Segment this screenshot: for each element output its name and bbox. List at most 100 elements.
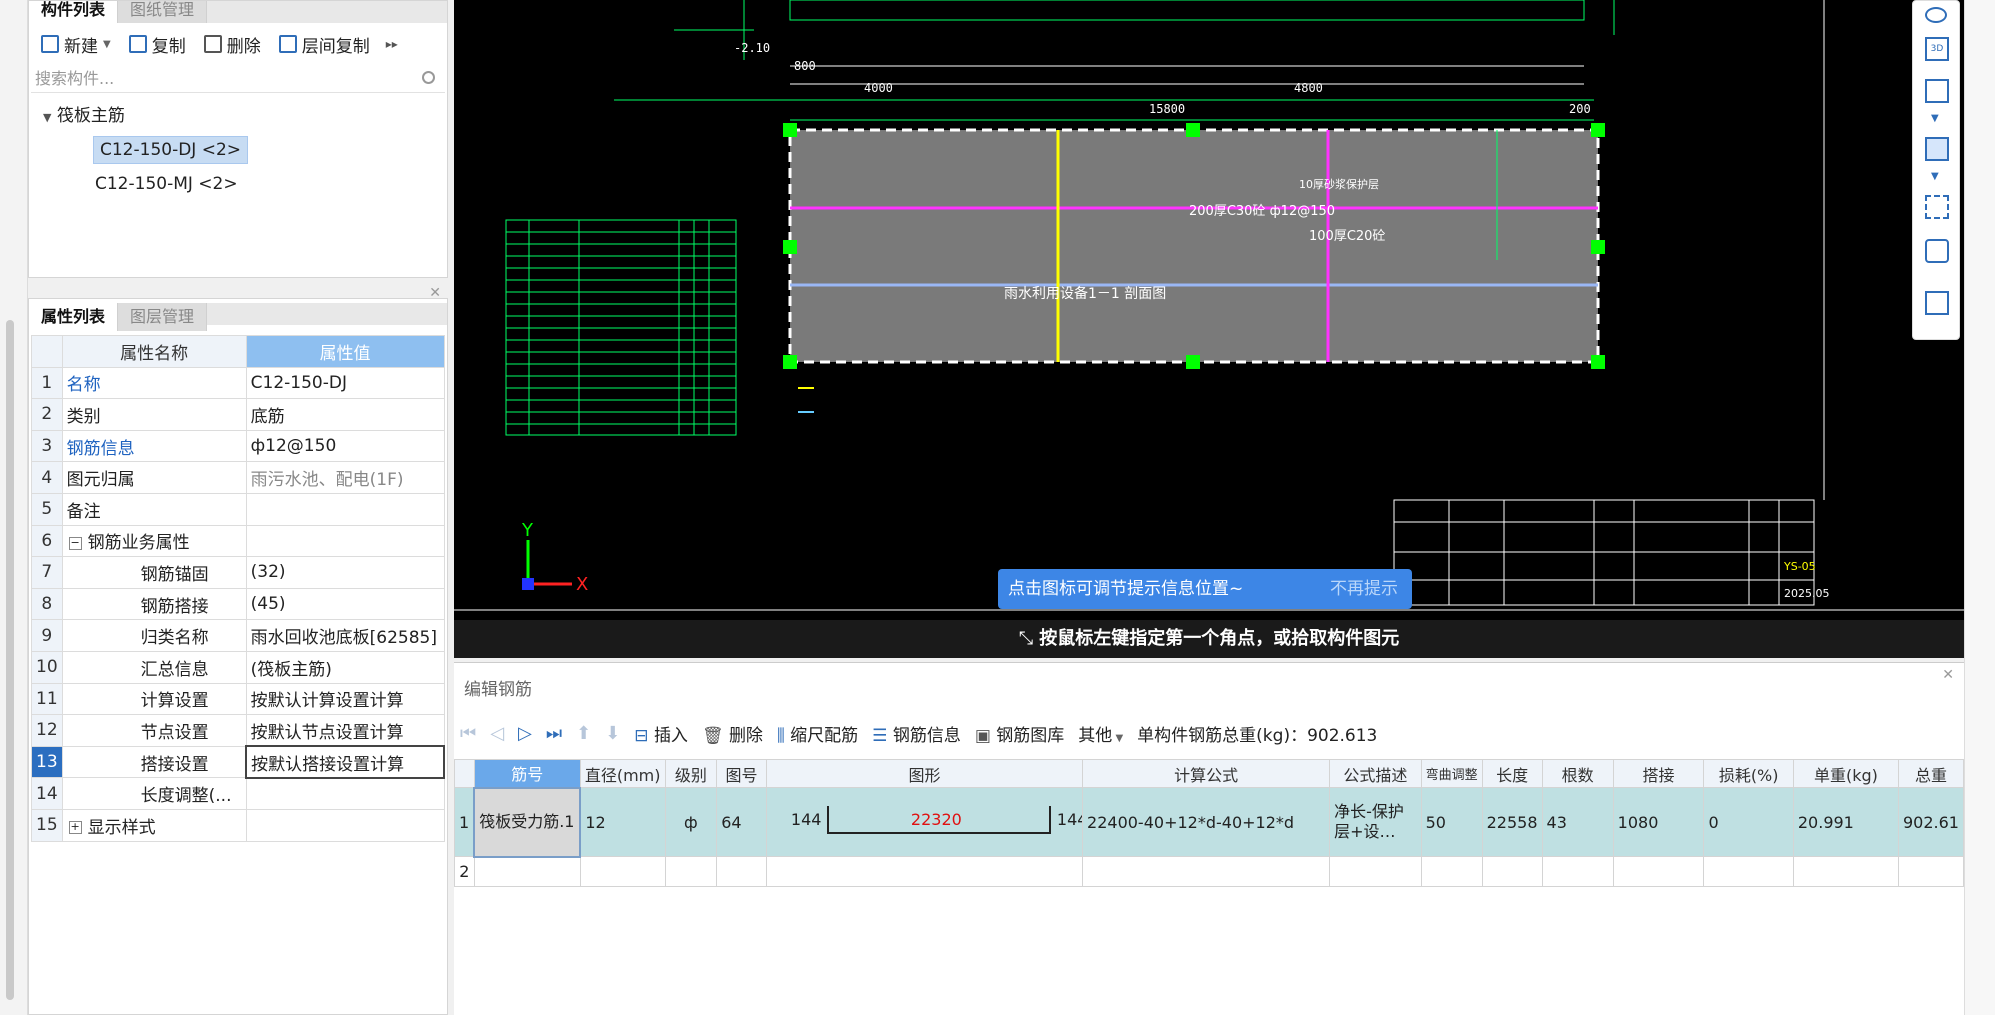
- trash-icon: [203, 35, 222, 53]
- tip-bubble[interactable]: 点击图标可调节提示信息位置~ 不再提示: [998, 569, 1412, 609]
- next-record-icon[interactable]: ▷: [518, 723, 532, 744]
- 3d-view-icon[interactable]: 3D: [1925, 37, 1949, 61]
- edit-toolbar: ⏮ ◁ ▷ ⏭ ⬆ ⬇ ⊟ 插入 🗑 删除 ⫼ 缩尺配筋 ☰ 钢筋信息 ▣ 钢筋…: [460, 719, 1377, 747]
- component-panel: 构件列表 图纸管理 新建 ▼ 复制 删除 层间复制 ▸▸ 搜索构件... ▼ 筏板…: [28, 0, 448, 278]
- table-row[interactable]: 10 汇总信息 (筏板主筋): [31, 650, 445, 684]
- library-icon: ▣: [974, 725, 991, 746]
- dim-label: 4000: [864, 81, 893, 95]
- cube-solid-icon[interactable]: [1925, 137, 1949, 161]
- view-toolbar: 3D ▼ ▼: [1912, 0, 1960, 340]
- col-prop-name: 属性名称: [61, 335, 247, 368]
- tab-layer-manage[interactable]: 图层管理: [118, 303, 208, 331]
- drawing-canvas[interactable]: 800 4000 15800 4800 200 -2.10 雨水利用设备1－1 …: [454, 0, 1964, 620]
- selected-slab[interactable]: [788, 128, 1600, 364]
- rebar-shape[interactable]: 144 22320 144: [765, 787, 1084, 857]
- fullscreen-icon[interactable]: [1925, 195, 1949, 219]
- col-prop-value: 属性值: [245, 335, 445, 368]
- scale-rebar-button[interactable]: ⫼ 缩尺配筋: [777, 721, 858, 746]
- close-icon[interactable]: ✕: [1942, 667, 1954, 683]
- table-row[interactable]: 15 + 显示样式: [31, 808, 445, 842]
- tab-drawing-manage[interactable]: 图纸管理: [118, 1, 208, 23]
- table-row[interactable]: 1 筏板受力筋.1 12 ф 64 144 22320 144 22400-40…: [454, 786, 1965, 858]
- more-icon[interactable]: ▸▸: [386, 37, 398, 51]
- list-view-icon[interactable]: [1925, 291, 1949, 315]
- left-scrollbar[interactable]: [0, 0, 28, 1015]
- dropdown-arrow-icon: ▼: [1112, 732, 1124, 744]
- insert-button[interactable]: ⊟ 插入: [634, 721, 688, 746]
- property-panel: ✕ 属性列表 图层管理 属性名称 属性值 1 名称 C12-150-DJ 2 类别 底筋…: [28, 285, 448, 1015]
- tree-node-root[interactable]: ▼ 筏板主筋: [29, 99, 447, 133]
- dismiss-tip-link[interactable]: 不再提示: [1330, 569, 1398, 609]
- table-row[interactable]: 7 钢筋锚固 (32): [31, 556, 445, 589]
- dim-label: 15800: [1149, 102, 1185, 116]
- tree-item-selected[interactable]: C12-150-DJ <2>: [29, 133, 447, 167]
- copy-button[interactable]: 复制: [123, 29, 192, 59]
- drawing-code: YS-05: [1783, 560, 1816, 573]
- dropdown-arrow-icon[interactable]: ▼: [1931, 171, 1939, 182]
- table-row-selected[interactable]: 13 搭接设置 按默认搭接设置计算: [31, 745, 445, 779]
- last-record-icon[interactable]: ⏭: [546, 723, 562, 744]
- tab-component-list[interactable]: 构件列表: [29, 1, 119, 23]
- table-row[interactable]: 12 节点设置 按默认节点设置计算: [31, 714, 445, 747]
- property-tabs: 属性列表 图层管理: [29, 303, 447, 331]
- table-row[interactable]: 2: [454, 856, 1965, 887]
- table-row[interactable]: 6− 钢筋业务属性: [31, 524, 445, 558]
- expand-icon[interactable]: +: [68, 821, 82, 835]
- scroll-thumb[interactable]: [6, 320, 14, 1000]
- copy-icon: [128, 35, 147, 53]
- table-row[interactable]: 14 长度调整(...: [31, 777, 445, 810]
- edit-rebar-panel: ✕ 编辑钢筋 ⏮ ◁ ▷ ⏭ ⬆ ⬇ ⊟ 插入 🗑 删除 ⫼ 缩尺配筋 ☰ 钢筋…: [454, 662, 1965, 1015]
- annotation: 10厚砂浆保护层: [1299, 177, 1379, 191]
- dim-label: 800: [794, 59, 816, 73]
- search-input[interactable]: 搜索构件...: [31, 67, 445, 93]
- orbit-icon[interactable]: [1925, 7, 1947, 23]
- table-row[interactable]: 3 钢筋信息 ф12@150: [31, 429, 445, 463]
- pick-cursor-icon: ⤡: [1018, 628, 1034, 649]
- other-menu[interactable]: 其他 ▼: [1078, 721, 1123, 746]
- move-down-icon[interactable]: ⬇: [605, 723, 620, 744]
- property-table: 属性名称 属性值 1 名称 C12-150-DJ 2 类别 底筋 3 钢筋信息 ф12@15…: [31, 335, 445, 842]
- dropdown-arrow-icon[interactable]: ▼: [1931, 113, 1939, 124]
- panel-title: 编辑钢筋: [464, 680, 532, 700]
- elevation-label: -2.10: [734, 41, 770, 55]
- table-row[interactable]: 9 归类名称 雨水回收池底板[62585]: [31, 619, 445, 652]
- table-row[interactable]: 11 计算设置 按默认计算设置计算: [31, 682, 445, 716]
- search-icon[interactable]: [422, 71, 435, 84]
- first-record-icon[interactable]: ⏮: [460, 723, 476, 744]
- dim-label: 4800: [1294, 81, 1323, 95]
- delete-row-button[interactable]: 🗑 删除: [702, 721, 763, 746]
- total-weight: 单构件钢筋总重(kg)：902.613: [1137, 725, 1378, 746]
- delete-button[interactable]: 删除: [198, 29, 267, 59]
- right-panel-strip: [1964, 0, 1995, 1015]
- dim-label: 200: [1569, 102, 1591, 116]
- trash-icon: 🗑: [701, 725, 724, 746]
- close-icon[interactable]: ✕: [429, 285, 441, 301]
- expand-icon[interactable]: ▼: [43, 111, 51, 124]
- box-select-icon[interactable]: [1925, 239, 1949, 263]
- table-row[interactable]: 2 类别 底筋: [31, 398, 445, 431]
- prev-record-icon[interactable]: ◁: [490, 723, 504, 744]
- floor-copy-button[interactable]: 层间复制: [273, 29, 376, 59]
- table-row[interactable]: 5 备注: [31, 492, 445, 526]
- table-row[interactable]: 1 名称 C12-150-DJ: [31, 366, 445, 400]
- new-icon: [41, 35, 59, 53]
- dropdown-arrow-icon: ▼: [103, 38, 111, 50]
- table-row[interactable]: 8 钢筋搭接 (45): [31, 587, 445, 621]
- component-tabs: 构件列表 图纸管理: [29, 1, 447, 23]
- component-toolbar: 新建 ▼ 复制 删除 层间复制 ▸▸: [29, 27, 447, 61]
- cad-drawing: 800 4000 15800 4800 200 -2.10 雨水利用设备1－1 …: [454, 0, 1964, 611]
- insert-icon: ⊟: [634, 725, 649, 746]
- rebar-library-button[interactable]: ▣ 钢筋图库: [975, 721, 1064, 746]
- cube-icon[interactable]: [1925, 79, 1949, 103]
- command-prompt: ⤡ 按鼠标左键指定第一个角点，或拾取构件图元: [454, 620, 1964, 658]
- move-up-icon[interactable]: ⬆: [576, 723, 591, 744]
- tab-property-list[interactable]: 属性列表: [29, 303, 119, 331]
- table-row[interactable]: 4 图元归属 雨污水池、配电(1F): [31, 461, 445, 494]
- rebar-info-button[interactable]: ☰ 钢筋信息: [872, 721, 961, 746]
- tree-item[interactable]: C12-150-MJ <2>: [29, 167, 447, 201]
- annotation: 200厚C30砼 ф12@150: [1189, 204, 1335, 219]
- component-tree: ▼ 筏板主筋 C12-150-DJ <2> C12-150-MJ <2>: [29, 99, 447, 201]
- collapse-icon[interactable]: −: [68, 536, 82, 550]
- new-button[interactable]: 新建 ▼: [35, 29, 117, 59]
- scale-icon: ⫼: [776, 725, 785, 746]
